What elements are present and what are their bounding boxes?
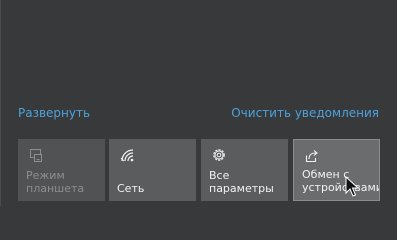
quick-action-network[interactable]: Сеть bbox=[109, 139, 196, 201]
share-icon bbox=[304, 148, 320, 164]
expand-link[interactable]: Развернуть bbox=[18, 106, 90, 120]
quick-action-label: Сеть bbox=[117, 182, 145, 195]
mouse-pointer-icon bbox=[345, 176, 359, 197]
tablet-mode-icon bbox=[28, 147, 44, 163]
quick-action-all-settings[interactable]: Все параметры bbox=[201, 139, 288, 201]
network-icon bbox=[119, 147, 135, 163]
quick-action-nearby-sharing[interactable]: Обмен с устройствами bbox=[293, 139, 380, 201]
quick-action-label: Обмен с устройствами bbox=[302, 168, 380, 194]
gear-icon bbox=[211, 147, 227, 163]
quick-action-label: Режим планшета bbox=[26, 169, 85, 195]
quick-action-label: Все параметры bbox=[209, 169, 274, 195]
quick-action-tablet-mode[interactable]: Режим планшета bbox=[18, 139, 105, 201]
clear-notifications-link[interactable]: Очистить уведомления bbox=[231, 106, 379, 120]
